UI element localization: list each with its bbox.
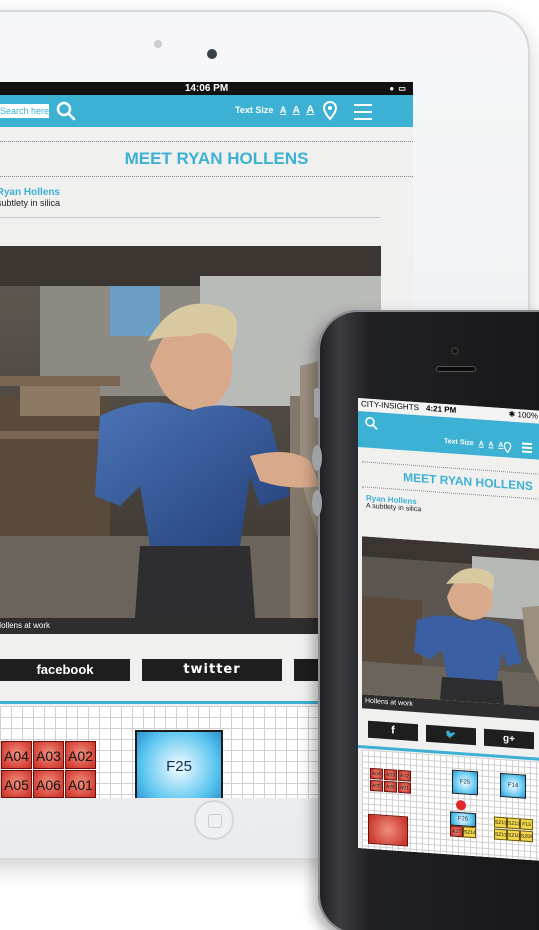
tablet-home-button[interactable]	[194, 800, 234, 840]
artist-name: Ryan Hollens	[0, 187, 60, 198]
map-seat[interactable]: SZ13	[507, 817, 520, 830]
tablet-sensor	[154, 40, 162, 48]
page-title: MEET RYAN HOLLENS	[0, 141, 413, 177]
tablet-status-bar: 14:06 PM ● ▭	[0, 82, 413, 95]
divider	[0, 217, 380, 218]
map-seat[interactable]: A05	[1, 770, 32, 798]
search-icon[interactable]	[55, 100, 77, 122]
googleplus-button[interactable]: g+	[484, 728, 534, 750]
hamburger-menu-icon[interactable]	[354, 104, 372, 120]
text-size-large[interactable]: A	[306, 104, 314, 116]
text-size-control: Text Size A A A	[444, 438, 503, 449]
facebook-button[interactable]: f	[368, 720, 418, 742]
map-seat[interactable]: A03	[384, 768, 397, 781]
text-size-medium[interactable]: A	[489, 441, 494, 448]
phone-device: CITY-INSIGHTS 4:21 PM ✱ 100% Text Size A…	[312, 310, 539, 930]
location-pin-icon[interactable]	[322, 100, 338, 121]
map-seat[interactable]: SZ10	[507, 829, 520, 842]
map-seat[interactable]: A03	[33, 741, 64, 769]
twitter-button[interactable]: 🐦	[426, 724, 476, 746]
map-booth[interactable]: F14	[500, 772, 526, 799]
map-seat[interactable]: A02	[398, 769, 411, 782]
map-seat[interactable]: A05	[370, 779, 383, 792]
text-size-small[interactable]: A	[280, 105, 286, 115]
battery-indicator: ✱ 100%	[508, 409, 538, 421]
photo-caption-text: Hollens at work	[0, 621, 50, 630]
search-input[interactable]: Search here	[0, 104, 49, 118]
phone-volume-down	[312, 490, 322, 516]
text-size-medium[interactable]: A	[293, 105, 300, 116]
device-mockup-scene: 14:06 PM ● ▭ Search here Text Size A A A	[0, 0, 539, 930]
map-seat[interactable]: A06	[33, 770, 64, 798]
phone-mute-switch	[314, 388, 320, 418]
text-size-control: Text Size A A A	[235, 104, 314, 116]
map-seat[interactable]: SZ11	[494, 828, 507, 841]
carrier-label: CITY-INSIGHTS	[361, 399, 419, 413]
map-seat[interactable]: A01	[65, 770, 96, 798]
facebook-button[interactable]: facebook	[0, 659, 130, 681]
map-seat[interactable]: A02	[65, 741, 96, 769]
map-seat[interactable]: SZ14	[463, 826, 476, 839]
artist-photo	[362, 536, 539, 710]
hamburger-menu-icon[interactable]	[522, 442, 532, 454]
tablet-camera	[207, 49, 217, 59]
text-size-label: Text Size	[235, 105, 274, 115]
tablet-status-time: 14:06 PM	[184, 83, 229, 94]
map-seat[interactable]: A06	[384, 780, 397, 793]
map-room	[368, 813, 408, 847]
phone-volume-up	[312, 445, 322, 471]
map-seat[interactable]: SZ09	[520, 830, 533, 843]
map-seat[interactable]: A04	[370, 767, 383, 780]
artist-subtitle: A subtlety in silica	[0, 198, 60, 208]
search-icon[interactable]	[364, 415, 378, 430]
tablet-status-icons: ● ▭	[389, 84, 407, 93]
map-booth[interactable]: F25	[452, 769, 478, 796]
phone-speaker	[436, 366, 476, 372]
map-seat[interactable]: A04	[1, 741, 32, 769]
twitter-button[interactable]: twitter	[142, 659, 282, 681]
map-seat[interactable]: A37	[450, 825, 463, 838]
text-size-small[interactable]: A	[479, 440, 484, 447]
map-seat[interactable]: A01	[398, 781, 411, 794]
map-seat[interactable]: SZ12	[494, 816, 507, 829]
map-seat[interactable]: F13	[520, 818, 533, 831]
phone-status-time: 4:21 PM	[426, 403, 457, 415]
location-pin-icon[interactable]	[503, 440, 512, 454]
tablet-header: Search here Text Size A A A	[0, 95, 413, 127]
location-marker-icon	[456, 799, 466, 811]
phone-camera	[451, 347, 459, 355]
map-booth[interactable]: F25	[135, 730, 223, 798]
floor-map[interactable]: A04 A03 A02 A05 A06 A01 F25 F14 F26 A37 …	[362, 749, 539, 864]
phone-screen: CITY-INSIGHTS 4:21 PM ✱ 100% Text Size A…	[358, 398, 539, 864]
text-size-label: Text Size	[444, 438, 474, 448]
